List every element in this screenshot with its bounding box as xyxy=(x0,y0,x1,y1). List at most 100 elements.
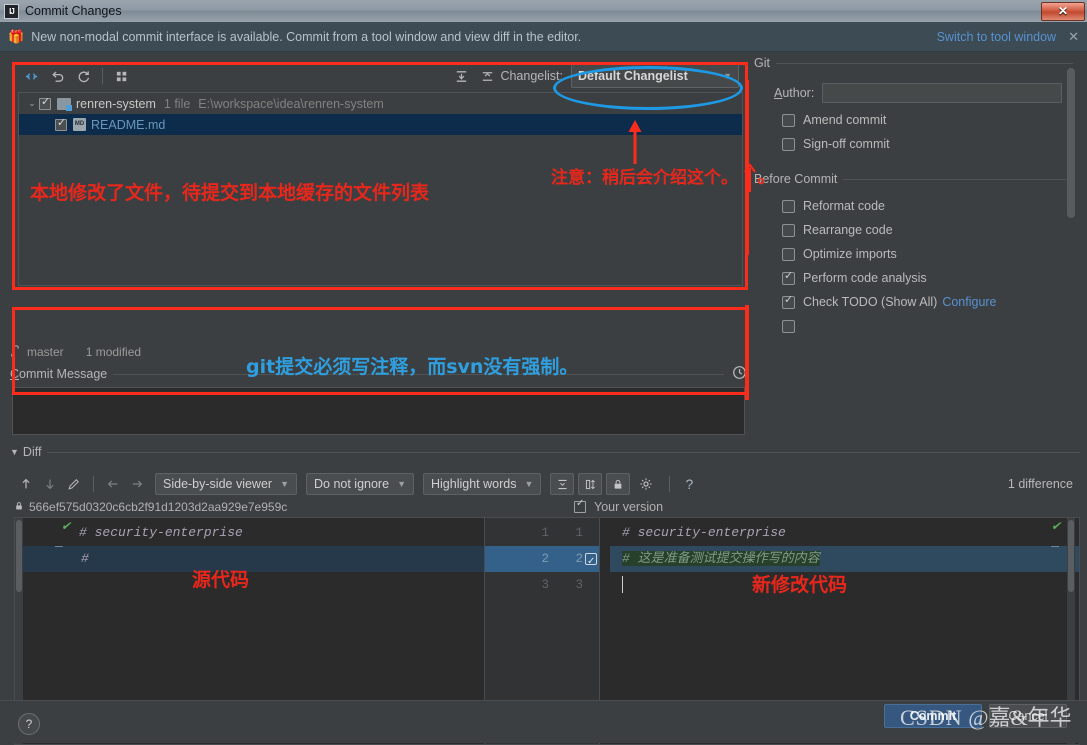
notification-text: New non-modal commit interface is availa… xyxy=(31,29,582,44)
right-code-line-2: # 这是准备测试提交操作写的内容 xyxy=(622,551,820,566)
perform-code-analysis-checkbox[interactable] xyxy=(782,269,795,285)
gear-icon[interactable] xyxy=(634,473,658,495)
optimize-imports-checkbox[interactable] xyxy=(782,247,795,261)
check-todo-option[interactable]: Check TODO (Show All) Configure xyxy=(752,290,1079,314)
file-checkbox[interactable] xyxy=(55,116,67,131)
dialog-body: Changelist: Default Changelist ▼ ⌄ renre… xyxy=(0,52,1087,745)
amend-commit-checkbox[interactable] xyxy=(782,113,795,127)
rollback-icon[interactable] xyxy=(44,64,70,88)
right-scrollbar-thumb[interactable] xyxy=(1068,520,1074,592)
perform-code-analysis-option[interactable]: Perform code analysis xyxy=(752,266,1079,290)
revision-bar: 566ef575d0320c6cb2f91d1203d2aa929e7e959c… xyxy=(14,498,1079,516)
before-commit-group-title: Before Commit xyxy=(754,172,838,186)
group-divider xyxy=(775,62,1073,64)
changelist-label: Changelist: xyxy=(500,69,563,83)
signoff-commit-label: Sign-off commit xyxy=(803,137,890,151)
accept-right-icon[interactable] xyxy=(125,472,149,496)
folder-checkbox[interactable] xyxy=(39,95,51,110)
diff-help-icon[interactable]: ? xyxy=(677,472,701,496)
branch-icon xyxy=(10,344,21,360)
changes-tree[interactable]: ⌄ renren-system 1 file E:\workspace\idea… xyxy=(18,92,743,286)
diff-toolbar-separator-2 xyxy=(669,476,671,492)
gutter-accept-checkbox[interactable] xyxy=(583,550,599,576)
your-version-label: Your version xyxy=(594,500,664,514)
commit-button[interactable]: Commit xyxy=(884,704,982,728)
signoff-commit-checkbox[interactable] xyxy=(782,137,795,151)
changelist-combobox[interactable]: Default Changelist ▼ xyxy=(571,64,739,88)
cancel-button[interactable]: Cancel xyxy=(989,704,1067,728)
before-commit-group-header: Before Commit xyxy=(754,172,1073,186)
file-name: README.md xyxy=(91,117,166,132)
notification-close-icon[interactable]: ✕ xyxy=(1068,29,1079,45)
lock-icon xyxy=(14,500,24,515)
left-code-line-2: # xyxy=(15,546,484,572)
tree-row-folder[interactable]: ⌄ renren-system 1 file E:\workspace\idea… xyxy=(19,93,742,114)
branch-name: master xyxy=(27,345,64,359)
gutter-right-number-1: 1 xyxy=(575,526,583,540)
chevron-down-icon: ▼ xyxy=(723,71,732,81)
help-button[interactable]: ? xyxy=(18,713,40,735)
check-todo-checkbox[interactable] xyxy=(782,293,795,309)
window-close-button[interactable]: ✕ xyxy=(1041,1,1085,21)
highlight-mode-value: Highlight words xyxy=(430,477,517,491)
changes-pane: Changelist: Default Changelist ▼ ⌄ renre… xyxy=(10,60,747,292)
signoff-commit-option[interactable]: Sign-off commit xyxy=(752,132,1079,156)
expand-all-icon[interactable] xyxy=(448,64,474,88)
git-group-header: Git xyxy=(754,56,1073,70)
reformat-code-option[interactable]: Reformat code xyxy=(752,194,1079,218)
previous-difference-icon[interactable] xyxy=(14,472,38,496)
window-title: Commit Changes xyxy=(25,4,122,18)
reformat-code-checkbox[interactable] xyxy=(782,199,795,213)
author-label: Author: xyxy=(774,86,815,100)
chevron-down-icon[interactable]: ⌄ xyxy=(25,98,39,109)
folder-icon xyxy=(57,97,72,111)
optimize-imports-option[interactable]: Optimize imports xyxy=(752,242,1079,266)
right-change-marker: — xyxy=(1051,539,1059,554)
accept-left-icon[interactable] xyxy=(101,472,125,496)
switch-to-tool-window-link[interactable]: Switch to tool window xyxy=(937,30,1057,44)
gutter-row-2: 2 2 xyxy=(485,546,599,576)
options-scrollbar[interactable] xyxy=(1067,68,1075,304)
chevron-down-icon[interactable]: ▼ xyxy=(10,447,19,457)
commit-message-input[interactable] xyxy=(12,387,745,435)
edit-source-icon[interactable] xyxy=(62,472,86,496)
markdown-file-icon: MD xyxy=(73,118,86,131)
rearrange-code-option[interactable]: Rearrange code xyxy=(752,218,1079,242)
history-clock-icon[interactable] xyxy=(732,365,747,383)
refresh-icon[interactable] xyxy=(70,64,96,88)
highlight-mode-dropdown[interactable]: Highlight words ▼ xyxy=(422,473,542,495)
left-change-marker: — xyxy=(55,539,63,554)
your-version-checkbox[interactable] xyxy=(574,498,586,513)
text-caret xyxy=(622,576,623,594)
amend-commit-option[interactable]: Amend commit xyxy=(752,108,1079,132)
options-scrollbar-thumb[interactable] xyxy=(1067,68,1075,218)
author-input[interactable] xyxy=(822,83,1063,103)
viewer-mode-dropdown[interactable]: Side-by-side viewer ▼ xyxy=(155,473,297,495)
next-difference-icon[interactable] xyxy=(38,472,62,496)
left-strip-thumb[interactable] xyxy=(16,520,22,592)
lock-icon[interactable] xyxy=(606,473,631,495)
tree-row-file[interactable]: MD README.md xyxy=(19,114,742,135)
check-todo-label: Check TODO (Show All) xyxy=(803,295,938,309)
collapse-selected-icon[interactable] xyxy=(474,64,500,88)
show-whitespace-icon[interactable] xyxy=(578,473,603,495)
diff-section-header: ▼ Diff xyxy=(10,444,1080,460)
your-version-group: Your version xyxy=(574,498,664,514)
right-code-line-2-row: # 这是准备测试提交操作写的内容 xyxy=(610,546,1079,572)
collapse-unchanged-icon[interactable] xyxy=(550,473,575,495)
extra-option-partial[interactable] xyxy=(752,314,1079,338)
commit-message-header: Commit Message xyxy=(10,365,747,383)
diff-section-label: Diff xyxy=(22,445,42,459)
gutter-right-number-2: 2 xyxy=(575,552,583,566)
collapse-all-icon[interactable] xyxy=(18,64,44,88)
gutter-left-number-2: 2 xyxy=(541,552,549,566)
chevron-down-icon: ▼ xyxy=(524,479,534,489)
group-by-icon[interactable] xyxy=(109,64,135,88)
configure-link[interactable]: Configure xyxy=(942,295,996,309)
right-code-line-1: # security-enterprise xyxy=(622,525,786,540)
modified-count: 1 modified xyxy=(85,345,142,359)
rearrange-code-checkbox[interactable] xyxy=(782,223,795,237)
ignore-mode-dropdown[interactable]: Do not ignore ▼ xyxy=(306,473,414,495)
extra-option-checkbox[interactable] xyxy=(782,319,795,333)
left-code-line-3 xyxy=(67,572,484,598)
